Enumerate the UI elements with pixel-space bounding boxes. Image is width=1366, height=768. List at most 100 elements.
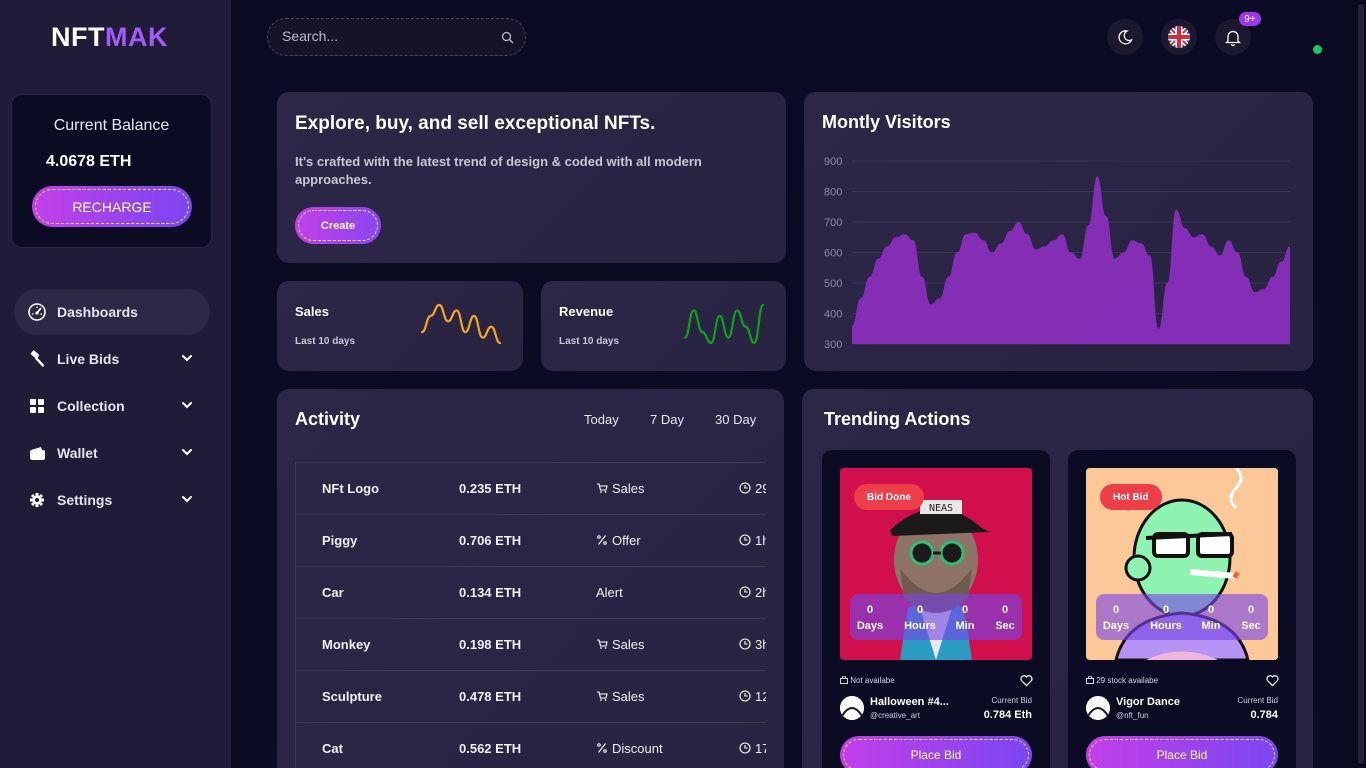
sidebar-item-wallet[interactable]: Wallet <box>14 430 210 476</box>
chevron-down-icon[interactable] <box>180 492 194 506</box>
bag-icon <box>1086 675 1094 684</box>
activity-item-name[interactable]: Cat <box>322 741 343 756</box>
chevron-down-icon[interactable] <box>180 398 194 412</box>
sidebar-item-label: Live Bids <box>57 351 120 367</box>
uk-flag-icon <box>1168 26 1190 48</box>
activity-item-time-label: 17 <box>755 741 766 756</box>
nft-name[interactable]: Vigor Dance <box>1116 696 1180 708</box>
activity-item-type-label: Offer <box>612 533 641 548</box>
timer-days-value: 0 <box>866 604 874 616</box>
nft-image[interactable]: Hot Bid 0 Days 0 Hours 0 Min 0 Sec <box>1086 468 1278 660</box>
nft-status-badge: Hot Bid <box>1100 484 1162 510</box>
activity-item-type-label: Alert <box>596 585 623 600</box>
nft-username[interactable]: @creative_art <box>870 711 920 720</box>
avatar[interactable] <box>1086 696 1110 720</box>
clock-icon <box>739 742 751 754</box>
sidebar-item-collection[interactable]: Collection <box>14 383 210 429</box>
sidebar-item-label: Wallet <box>57 445 98 461</box>
activity-card: Activity Today 7 Day 30 Day NFt Logo 0.23… <box>277 389 784 768</box>
revenue-subtitle: Last 10 days <box>559 336 620 347</box>
timer-sec-label: Sec <box>995 620 1015 632</box>
timer-days-label: Days <box>856 620 884 632</box>
search-icon[interactable] <box>501 31 514 44</box>
clock-icon <box>739 638 751 650</box>
activity-item-time: 3h <box>739 637 766 652</box>
activity-item-price: 0.562 ETH <box>459 741 522 756</box>
current-bid-label: Current Bid <box>991 696 1032 705</box>
table-row[interactable]: NFt Logo 0.235 ETH Sales 29 <box>295 463 766 515</box>
activity-item-price: 0.134 ETH <box>459 585 522 600</box>
balance-value: 4.0678 ETH <box>46 153 132 170</box>
place-bid-label: Place Bid <box>910 748 962 762</box>
heart-icon[interactable] <box>1266 674 1279 687</box>
percent-icon <box>597 535 607 545</box>
current-bid-value: 0.784 <box>1250 709 1278 721</box>
nft-card[interactable]: NEAS Bid Done 0 Days 0 Hours 0 Min 0 Sec Not… <box>822 450 1050 768</box>
moon-icon <box>1118 30 1133 45</box>
revenue-sparkline <box>683 303 765 345</box>
table-row[interactable]: Cat 0.562 ETH Discount 17 <box>295 723 766 768</box>
activity-item-name[interactable]: Piggy <box>322 533 357 548</box>
activity-item-name[interactable]: Car <box>322 585 344 600</box>
y-tick-label: 400 <box>824 309 842 321</box>
nft-card[interactable]: Hot Bid 0 Days 0 Hours 0 Min 0 Sec 29 stock … <box>1068 450 1296 768</box>
sidebar-item-live-bids[interactable]: Live Bids <box>14 336 210 382</box>
trending-card: Trending Actions NEAS Bid Done 0 Days 0 Ho… <box>802 389 1313 768</box>
nft-image[interactable]: NEAS Bid Done 0 Days 0 Hours 0 Min 0 Sec <box>840 468 1032 660</box>
recharge-button[interactable]: RECHARGE <box>32 186 192 227</box>
sparkline-series-line <box>683 303 765 345</box>
table-row[interactable]: Piggy 0.706 ETH Offer 1h <box>295 515 766 567</box>
activity-item-type: Offer <box>596 533 641 548</box>
place-bid-button[interactable]: Place Bid <box>1086 736 1278 768</box>
nft-name[interactable]: Halloween #4... <box>870 696 949 708</box>
activity-item-type: Alert <box>596 585 623 600</box>
balance-title: Current Balance <box>53 117 170 134</box>
hero-text: It's crafted with the latest trend of de… <box>295 154 702 187</box>
notification-count-badge: 9+ <box>1239 12 1261 26</box>
timer-hours-label: Hours <box>904 620 936 632</box>
bag-icon <box>840 675 848 684</box>
activity-item-time: 29 <box>739 481 766 496</box>
gauge-icon <box>28 303 46 321</box>
y-tick-label: 800 <box>824 187 842 199</box>
page-scrollbar-thumb[interactable] <box>1358 4 1364 764</box>
cart-icon <box>597 483 608 493</box>
chevron-down-icon[interactable] <box>180 351 194 365</box>
brand-logo[interactable]: NFTMAK <box>51 22 168 53</box>
hammer-icon <box>28 350 46 368</box>
activity-item-price: 0.235 ETH <box>459 481 522 496</box>
brand-logo-part2: MAK <box>104 22 168 52</box>
hero-title: Explore, buy, and sell exceptional NFTs. <box>295 113 656 134</box>
heart-icon[interactable] <box>1020 674 1033 687</box>
chevron-down-icon[interactable] <box>180 445 194 459</box>
sidebar-item-settings[interactable]: Settings <box>14 477 210 523</box>
visitors-card: Montly Visitors 900 800 700 600 500 400 300 <box>804 92 1313 371</box>
activity-item-name[interactable]: Sculpture <box>322 689 382 704</box>
avatar[interactable] <box>840 696 864 720</box>
create-button[interactable]: Create <box>295 207 381 244</box>
theme-toggle-button[interactable] <box>1107 19 1143 55</box>
table-row[interactable]: Monkey 0.198 ETH Sales 3h <box>295 619 766 671</box>
tab-today[interactable]: Today <box>584 412 619 427</box>
y-tick-label: 900 <box>824 156 842 168</box>
activity-item-time-label: 29 <box>755 481 766 496</box>
language-button[interactable] <box>1161 19 1197 55</box>
search-input[interactable] <box>282 28 492 44</box>
nft-username[interactable]: @nft_fun <box>1116 711 1149 720</box>
tab-30-day[interactable]: 30 Day <box>715 412 756 427</box>
availability-text: Not availabe <box>840 675 895 685</box>
online-status-dot <box>1312 44 1323 55</box>
place-bid-button[interactable]: Place Bid <box>840 736 1032 768</box>
table-row[interactable]: Sculpture 0.478 ETH Sales 12 <box>295 671 766 723</box>
activity-item-name[interactable]: Monkey <box>322 637 370 652</box>
timer-sec-label: Sec <box>1241 620 1261 632</box>
activity-item-type: Sales <box>596 481 645 496</box>
activity-item-name[interactable]: NFt Logo <box>322 481 379 496</box>
activity-title: Activity <box>295 409 361 429</box>
activity-item-type-label: Sales <box>612 481 645 496</box>
table-row[interactable]: Car 0.134 ETH Alert 2h <box>295 567 766 619</box>
tab-7-day[interactable]: 7 Day <box>650 412 684 427</box>
sidebar-item-dashboards[interactable]: Dashboards <box>14 289 210 335</box>
current-bid-value: 0.784 Eth <box>983 709 1032 721</box>
activity-item-type: Sales <box>596 637 645 652</box>
